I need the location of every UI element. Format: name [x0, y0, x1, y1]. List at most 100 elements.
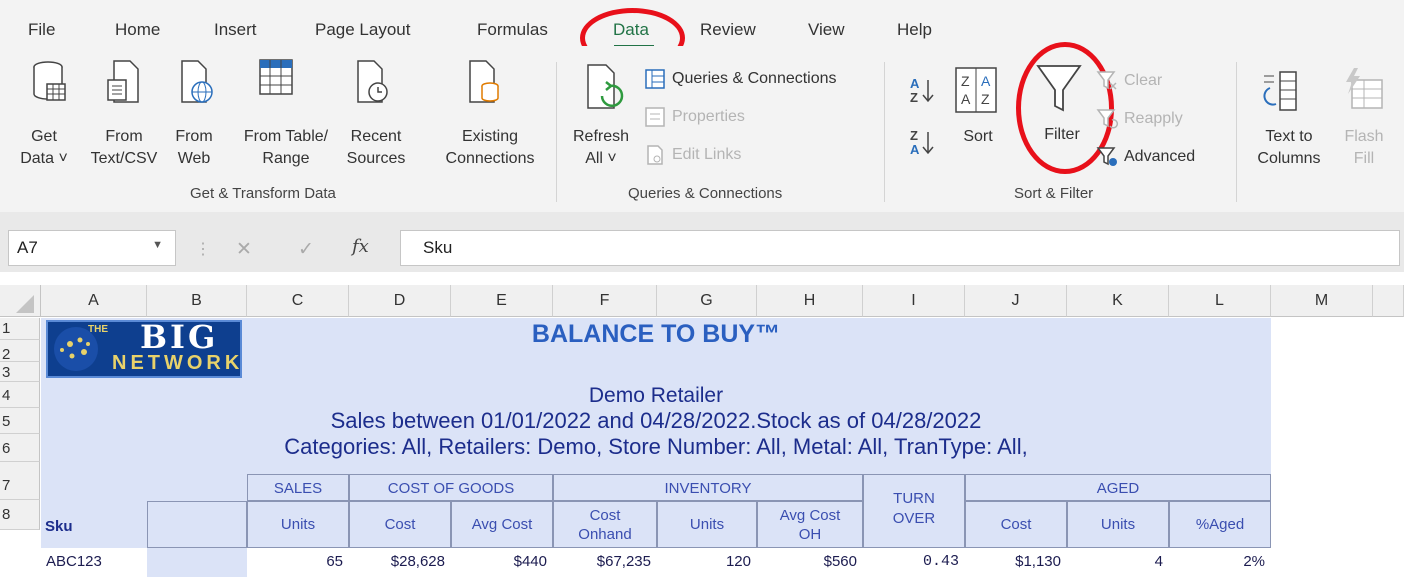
edit-links-button[interactable]: Edit Links — [672, 144, 741, 166]
select-all-corner[interactable] — [0, 285, 41, 317]
cell-sku[interactable]: ABC123 — [46, 553, 102, 570]
cell-aged-units[interactable]: 4 — [1067, 553, 1169, 575]
row-header-8[interactable]: 8 — [0, 500, 40, 530]
row-header-1[interactable]: 1 — [0, 318, 40, 340]
recent-label-1: Recent — [350, 128, 402, 145]
row-header-2[interactable]: 2 — [0, 340, 40, 363]
text-to-columns-icon — [1263, 71, 1297, 111]
refresh-icon — [587, 64, 624, 109]
header-avg-cost-oh: Avg Cost OH — [757, 501, 863, 548]
column-header-d[interactable]: D — [349, 285, 451, 317]
column-header-i[interactable]: I — [863, 285, 965, 317]
cell-cost[interactable]: $28,628 — [349, 553, 451, 575]
sort-button[interactable]: Sort — [956, 126, 1000, 148]
cell-cost-onhand[interactable]: $67,235 — [553, 553, 657, 575]
svg-text:A: A — [910, 142, 920, 157]
reapply-button[interactable]: Reapply — [1124, 108, 1183, 130]
reapply-icon — [1096, 109, 1119, 129]
advanced-filter-icon — [1096, 147, 1117, 166]
name-box-value: A7 — [17, 238, 38, 257]
from-table-label-1: From Table/ — [243, 128, 329, 145]
column-header-c[interactable]: C — [247, 285, 349, 317]
flash-fill-icon — [1346, 68, 1383, 109]
existing-connections-button[interactable]: Existing Connections — [440, 126, 540, 170]
group-header-cogs: COST OF GOODS — [349, 474, 553, 501]
row-header-3[interactable]: 3 — [0, 362, 40, 382]
from-table-range-button[interactable]: From Table/ Range — [232, 126, 340, 170]
row-header-6[interactable]: 6 — [0, 434, 40, 462]
menu-file[interactable]: File — [28, 20, 55, 40]
group-header-inventory: INVENTORY — [553, 474, 863, 501]
ttc-label-1: Text to — [1265, 128, 1313, 145]
queries-icon — [645, 69, 665, 89]
menu-review[interactable]: Review — [700, 20, 756, 40]
advanced-button[interactable]: Advanced — [1124, 146, 1195, 168]
column-header-b[interactable]: B — [147, 285, 247, 317]
sales-range-text: Sales between 01/01/2022 and 04/28/2022.… — [330, 408, 982, 433]
clear-filter-icon — [1096, 71, 1117, 90]
group-header-sales: SALES — [247, 474, 349, 501]
cell-inventory-units[interactable]: 120 — [657, 553, 757, 575]
more-options-icon[interactable]: ⋮ — [195, 239, 211, 259]
chevron-down-icon[interactable]: ▼ — [152, 239, 163, 251]
column-header-l[interactable]: L — [1169, 285, 1271, 317]
cell-aged-cost[interactable]: $1,130 — [965, 553, 1067, 575]
confirm-entry-icon[interactable]: ✓ — [298, 238, 314, 261]
cell-avg-cost[interactable]: $440 — [451, 553, 553, 575]
table-icon — [259, 59, 293, 95]
column-header-j[interactable]: J — [965, 285, 1067, 317]
row-header-4[interactable]: 4 — [0, 382, 40, 408]
filters-text: Categories: All, Retailers: Demo, Store … — [284, 434, 1028, 459]
column-header-h[interactable]: H — [757, 285, 863, 317]
queries-connections-button[interactable]: Queries & Connections — [672, 68, 837, 90]
get-data-button[interactable]: Get Data ˅ — [14, 126, 74, 170]
sort-ascending-icon: A Z — [910, 76, 934, 105]
svg-text:A: A — [981, 73, 991, 89]
column-header-a[interactable]: A — [41, 285, 147, 317]
column-header-f[interactable]: F — [553, 285, 657, 317]
svg-text:A: A — [910, 76, 920, 91]
menu-help[interactable]: Help — [897, 20, 932, 40]
refresh-all-button[interactable]: Refresh All ˅ — [568, 126, 634, 170]
insert-function-icon[interactable]: fx — [352, 236, 369, 257]
cell-avg-cost-oh[interactable]: $560 — [757, 553, 863, 575]
column-header-m[interactable]: M — [1271, 285, 1373, 317]
column-header-k[interactable]: K — [1067, 285, 1169, 317]
row-blank-cell — [147, 548, 247, 577]
header-inventory-units: Units — [657, 501, 757, 548]
cell-pct-aged[interactable]: 2% — [1169, 553, 1271, 575]
menu-insert[interactable]: Insert — [214, 20, 257, 40]
formula-content: Sku — [423, 238, 453, 257]
header-sales-units: Units — [247, 501, 349, 548]
name-box[interactable]: A7 ▼ — [8, 230, 176, 266]
text-to-columns-button[interactable]: Text to Columns — [1254, 126, 1324, 170]
clear-button[interactable]: Clear — [1124, 70, 1162, 92]
column-header-e[interactable]: E — [451, 285, 553, 317]
svg-text:Z: Z — [910, 128, 918, 143]
from-text-csv-button[interactable]: From Text/CSV — [80, 126, 168, 170]
from-web-button[interactable]: From Web — [170, 126, 218, 170]
menu-page-layout[interactable]: Page Layout — [315, 20, 410, 40]
group-header-aged: AGED — [965, 474, 1271, 501]
header-pct-aged: %Aged — [1169, 501, 1271, 548]
column-header-g[interactable]: G — [657, 285, 757, 317]
menu-home[interactable]: Home — [115, 20, 160, 40]
get-data-label-2: Data ˅ — [20, 150, 68, 167]
row-header-7[interactable]: 7 — [0, 462, 40, 500]
menu-view[interactable]: View — [808, 20, 845, 40]
svg-text:A: A — [961, 91, 971, 107]
row-header-5[interactable]: 5 — [0, 408, 40, 434]
formula-input[interactable]: Sku — [400, 230, 1400, 266]
header-cost: Cost — [349, 501, 451, 548]
properties-button[interactable]: Properties — [672, 106, 745, 128]
menu-formulas[interactable]: Formulas — [477, 20, 548, 40]
cancel-entry-icon[interactable]: ✕ — [236, 238, 252, 261]
header-cost-onhand: Cost Onhand — [553, 501, 657, 548]
flash-fill-button[interactable]: Flash Fill — [1334, 126, 1394, 170]
cell-units[interactable]: 65 — [247, 553, 349, 575]
cell-turnover[interactable]: 0.43 — [863, 553, 965, 575]
column-header-n[interactable] — [1373, 285, 1404, 317]
logo-network: NETWORK — [112, 352, 244, 374]
recent-sources-button[interactable]: Recent Sources — [340, 126, 412, 170]
header-avg-cost: Avg Cost — [451, 501, 553, 548]
